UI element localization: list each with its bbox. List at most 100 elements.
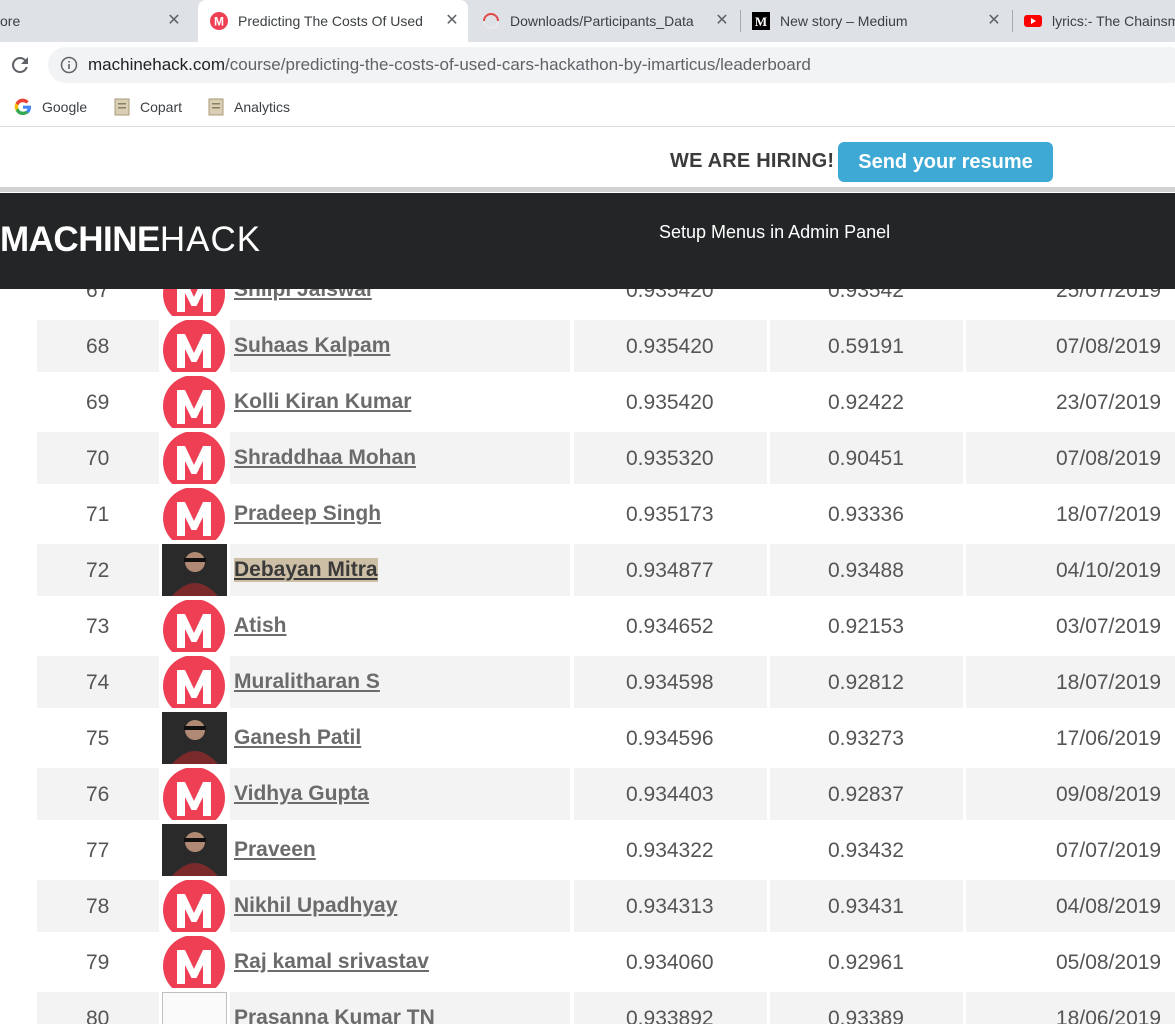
send-resume-button[interactable]: Send your resume	[838, 142, 1053, 182]
public-score: 0.935420	[626, 335, 714, 358]
tab-title: lyrics:- The Chainsm	[1052, 13, 1175, 29]
bookmark-page-icon	[114, 98, 130, 116]
user-photo-avatar	[162, 712, 227, 764]
close-icon[interactable]: ✕	[986, 13, 1002, 29]
public-score: 0.934403	[626, 783, 714, 806]
bookmark-copart[interactable]: Copart	[114, 96, 182, 118]
url-text: machinehack.com/course/predicting-the-co…	[88, 55, 811, 75]
submission-date-cell: 23/07/2019	[966, 376, 1175, 428]
private-score: 0.93336	[828, 503, 904, 526]
machinehack-avatar-icon	[162, 600, 227, 652]
rank-cell: 68	[37, 320, 159, 372]
rank-cell: 73	[37, 600, 159, 652]
close-icon[interactable]: ✕	[714, 13, 730, 29]
submission-date: 07/08/2019	[1056, 335, 1162, 358]
reload-icon[interactable]	[8, 53, 32, 77]
machinehack-avatar-icon	[162, 656, 227, 708]
avatar-cell	[162, 320, 227, 372]
private-score-cell: 0.93431	[770, 880, 963, 932]
submission-date-cell: 07/08/2019	[966, 320, 1175, 372]
public-score-cell: 0.934060	[574, 936, 767, 988]
participant-name-link[interactable]: Suhaas Kalpam	[234, 334, 390, 358]
private-score-cell: 0.93336	[770, 488, 963, 540]
bookmark-page-icon	[208, 98, 224, 116]
participant-name-link-cell: Muralitharan S	[230, 656, 570, 708]
rank: 71	[86, 503, 110, 526]
rank: 69	[86, 391, 110, 414]
tab-medium[interactable]: M New story – Medium ✕	[742, 0, 1010, 42]
public-score: 0.934322	[626, 839, 714, 862]
participant-name-link[interactable]: Pradeep Singh	[234, 502, 381, 526]
participant-name-link-cell: Atish	[230, 600, 570, 652]
table-row: 77 Praveen 0.934322 0.93432 07/07/2019	[0, 824, 1175, 876]
machinehack-avatar-icon	[162, 488, 227, 540]
address-bar[interactable]: machinehack.com/course/predicting-the-co…	[48, 47, 1175, 83]
rank-cell: 71	[37, 488, 159, 540]
close-icon[interactable]: ✕	[166, 13, 182, 29]
participant-name-link-cell: Vidhya Gupta	[230, 768, 570, 820]
url-domain: machinehack.com	[88, 55, 226, 74]
public-score-cell: 0.934596	[574, 712, 767, 764]
logo-bold-text: MACHINE	[0, 220, 160, 259]
submission-date-cell: 07/07/2019	[966, 824, 1175, 876]
submission-date-cell: 17/06/2019	[966, 712, 1175, 764]
avatar-cell	[162, 936, 227, 988]
user-photo-avatar	[162, 824, 227, 876]
bookmark-label: Copart	[140, 99, 183, 115]
google-icon	[14, 98, 31, 116]
participant-name-link[interactable]: Praveen	[234, 838, 316, 862]
participant-name-link[interactable]: Raj kamal srivastav	[234, 950, 429, 974]
bookmark-google[interactable]: Google	[14, 96, 87, 118]
leaderboard: 67 Shilpi Jaiswal 0.935420 0.93542 25/07/201…	[0, 289, 1175, 1024]
tab-downloads[interactable]: Downloads/Participants_Data ✕	[470, 0, 738, 42]
participant-name-link-cell: Shilpi Jaiswal	[230, 289, 570, 316]
public-score: 0.933892	[626, 1007, 714, 1024]
submission-date: 03/07/2019	[1056, 615, 1162, 638]
close-icon[interactable]: ✕	[444, 13, 460, 29]
rank-cell: 67	[37, 289, 159, 316]
participant-name-link[interactable]: Prasanna Kumar TN	[234, 1006, 435, 1024]
participant-name-link[interactable]: Ganesh Patil	[234, 726, 361, 750]
submission-date: 09/08/2019	[1056, 783, 1162, 806]
table-row: 71 Pradeep Singh 0.935173 0.93336 18/07/2019	[0, 488, 1175, 540]
participant-name-link[interactable]: Kolli Kiran Kumar	[234, 390, 411, 414]
participant-name-link[interactable]: Atish	[234, 614, 287, 638]
public-score: 0.934596	[626, 727, 714, 750]
machinehack-avatar-icon	[162, 289, 227, 316]
private-score: 0.92153	[828, 615, 904, 638]
rank-cell: 80	[37, 992, 159, 1024]
participant-name-link-cell: Debayan Mitra	[230, 544, 570, 596]
submission-date-cell: 04/10/2019	[966, 544, 1175, 596]
participant-name-link[interactable]: Debayan Mitra	[234, 558, 378, 582]
tab-divider	[1012, 10, 1013, 32]
submission-date: 17/06/2019	[1056, 727, 1162, 750]
logo-light-text: HACK	[159, 220, 262, 259]
participant-name-link[interactable]: Vidhya Gupta	[234, 782, 369, 806]
submission-date: 05/08/2019	[1056, 951, 1162, 974]
participant-name-link[interactable]: Nikhil Upadhyay	[234, 894, 397, 918]
public-score-cell: 0.934598	[574, 656, 767, 708]
rank: 73	[86, 615, 110, 638]
avatar-cell	[162, 880, 227, 932]
machinehack-logo[interactable]: MACHINEHACK	[0, 220, 261, 260]
submission-date: 18/07/2019	[1056, 503, 1162, 526]
bookmark-analytics[interactable]: Analytics	[208, 96, 290, 118]
avatar-cell	[162, 768, 227, 820]
table-row: 75 Ganesh Patil 0.934596 0.93273 17/06/2019	[0, 712, 1175, 764]
private-score-cell: 0.93432	[770, 824, 963, 876]
submission-date-cell: 25/07/2019	[966, 289, 1175, 316]
broken-image-icon	[162, 992, 227, 1024]
table-row: 74 Muralitharan S 0.934598 0.92812 18/07/201…	[0, 656, 1175, 708]
tab-machinehack[interactable]: M Predicting The Costs Of Used ✕	[198, 0, 468, 42]
tab-youtube[interactable]: lyrics:- The Chainsm	[1014, 0, 1175, 42]
participant-name-link[interactable]: Shraddhaa Mohan	[234, 446, 416, 470]
public-score: 0.935420	[626, 289, 714, 302]
submission-date: 18/06/2019	[1056, 1007, 1162, 1024]
rank: 80	[86, 1007, 110, 1024]
public-score: 0.934598	[626, 671, 714, 694]
info-icon[interactable]	[60, 56, 78, 74]
submission-date-cell: 18/06/2019	[966, 992, 1175, 1024]
participant-name-link[interactable]: Muralitharan S	[234, 670, 380, 694]
tab-previous[interactable]: ore ✕	[0, 0, 190, 42]
participant-name-link[interactable]: Shilpi Jaiswal	[234, 289, 372, 302]
